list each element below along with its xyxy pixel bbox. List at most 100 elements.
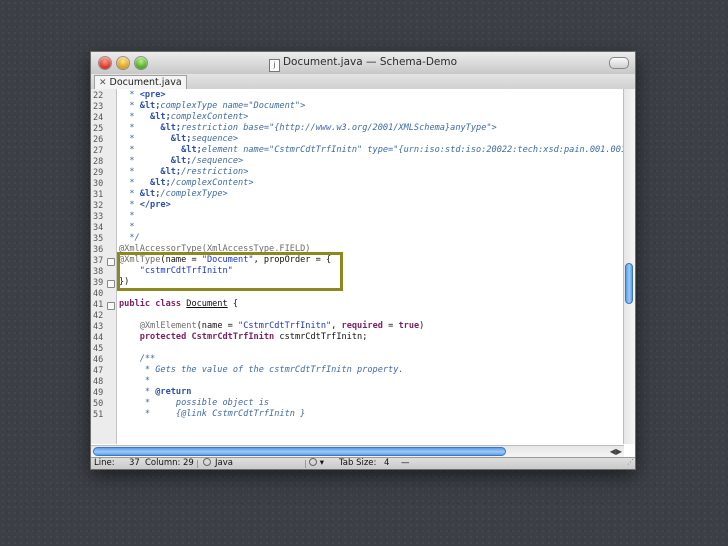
- tab-size-value[interactable]: 4: [384, 458, 389, 469]
- vertical-scrollbar[interactable]: [623, 89, 635, 444]
- code-editor[interactable]: 22 * <pre> 23 * &lt;complexType name="Doc…: [91, 89, 624, 444]
- window-title: Document.java — Schema-Demo: [282, 56, 458, 68]
- code-line[interactable]: * <pre>: [119, 90, 165, 101]
- code-token: @return: [155, 387, 192, 397]
- code-token: *: [119, 101, 140, 111]
- code-line[interactable]: public class Document {: [119, 299, 238, 310]
- line-number: 36: [93, 245, 104, 255]
- code-line[interactable]: * &lt;/complexType>: [119, 189, 228, 200]
- code-token: @XmlType: [119, 255, 161, 265]
- code-token: , propOrder = {: [253, 255, 332, 265]
- language-select[interactable]: Java: [215, 458, 233, 469]
- code-line[interactable]: *: [119, 211, 135, 222]
- code-token: &lt;: [150, 178, 171, 188]
- line-number: 38: [93, 267, 104, 277]
- line-number: 26: [93, 135, 104, 145]
- line-number: 43: [93, 322, 104, 332]
- code-token: "CstmrCdtTrfInitn": [238, 321, 332, 331]
- vertical-scroll-thumb[interactable]: [625, 263, 633, 304]
- line-number: 22: [93, 91, 104, 101]
- line-number: 31: [93, 190, 104, 200]
- code-line[interactable]: *: [119, 222, 134, 233]
- line-number: 44: [93, 333, 104, 343]
- code-line[interactable]: }): [119, 277, 129, 288]
- resize-grip-icon[interactable]: ⋰: [627, 457, 634, 468]
- code-line[interactable]: * &lt;complexContent>: [119, 112, 248, 123]
- code-line[interactable]: @XmlAccessorType(XmlAccessType.FIELD): [119, 244, 310, 255]
- window-title-wrap: j Document.java — Schema-Demo: [91, 56, 635, 72]
- code-line[interactable]: protected CstmrCdtTrfInitn cstmrCdtTrfIn…: [119, 332, 368, 343]
- code-token: sequence>: [191, 134, 239, 144]
- code-token: protected: [139, 332, 192, 342]
- code-token: /complexType>: [160, 189, 228, 199]
- toolbar-toggle-button[interactable]: [609, 57, 629, 69]
- line-number: 35: [93, 234, 104, 244]
- line-number: 34: [93, 223, 104, 233]
- code-line[interactable]: * &lt;/sequence>: [119, 156, 243, 167]
- line-number: 45: [93, 344, 104, 354]
- code-line[interactable]: * @return: [119, 387, 192, 398]
- fold-toggle-icon[interactable]: [107, 280, 115, 288]
- code-line[interactable]: /**: [119, 354, 156, 365]
- horizontal-scroll-thumb[interactable]: [93, 447, 506, 456]
- close-tab-icon[interactable]: ✕: [99, 78, 107, 88]
- code-line[interactable]: * &lt;restriction base="{http://www.w3.o…: [119, 123, 496, 134]
- code-token: *: [119, 211, 135, 221]
- line-number: 32: [93, 201, 104, 211]
- code-line[interactable]: * &lt;sequence>: [119, 134, 238, 145]
- code-token: *: [119, 387, 156, 397]
- code-line[interactable]: */: [119, 233, 140, 244]
- code-line[interactable]: * Gets the value of the cstmrCdtTrfInitn…: [119, 365, 404, 376]
- line-number: 28: [93, 157, 104, 167]
- code-token: *: [119, 156, 171, 166]
- scroll-arrows-icon[interactable]: ◀▶: [610, 447, 622, 456]
- line-number: 23: [93, 102, 104, 112]
- code-line[interactable]: @XmlType(name = "Document", propOrder = …: [119, 255, 331, 266]
- code-line[interactable]: *: [119, 376, 150, 387]
- code-line[interactable]: * &lt;complexType name="Document">: [119, 101, 305, 112]
- code-token: *: [119, 376, 151, 386]
- tab-size-label: Tab Size:: [339, 458, 377, 468]
- code-token: *: [119, 178, 151, 188]
- tab-settings-gear-icon[interactable]: ▾: [309, 458, 324, 469]
- code-line[interactable]: * &lt;element name="CstmrCdtTrfInitn" ty…: [119, 145, 624, 156]
- tab-label: Document.java: [109, 77, 182, 88]
- code-token: *: [119, 112, 151, 122]
- symbol-popup[interactable]: —: [401, 458, 410, 469]
- code-token: &lt;: [170, 134, 192, 144]
- language-gear-icon[interactable]: [203, 458, 211, 469]
- fold-toggle-icon[interactable]: [107, 302, 115, 310]
- line-number: 29: [93, 168, 104, 178]
- code-token: *: [119, 200, 140, 210]
- code-token: cstmrCdtTrfInitn;: [274, 332, 368, 342]
- code-line[interactable]: * &lt;/complexContent>: [119, 178, 253, 189]
- code-token: * Gets the value of the cstmrCdtTrfInitn…: [119, 365, 404, 375]
- code-token: *: [119, 123, 161, 133]
- tab-document-java[interactable]: ✕ Document.java: [94, 75, 187, 89]
- code-token: true: [398, 321, 420, 331]
- code-token: */: [119, 233, 140, 243]
- code-token: element name="CstmrCdtTrfInitn" type="{u…: [201, 145, 624, 155]
- line-number: 48: [93, 377, 104, 387]
- code-line[interactable]: "cstmrCdtTrfInitn": [119, 266, 233, 277]
- line-number: 24: [93, 113, 104, 123]
- code-line[interactable]: * {@link CstmrCdtTrfInitn }: [119, 409, 305, 420]
- code-line[interactable]: * &lt;/restriction>: [119, 167, 248, 178]
- code-token: /restriction>: [181, 167, 249, 177]
- fold-toggle-icon[interactable]: [107, 258, 115, 266]
- code-line[interactable]: * </pre>: [119, 200, 170, 211]
- status-divider: [305, 460, 306, 468]
- code-line[interactable]: @XmlElement(name = "CstmrCdtTrfInitn", r…: [119, 321, 425, 332]
- code-line[interactable]: * possible object is: [119, 398, 269, 409]
- line-number: 40: [93, 289, 104, 299]
- line-number: 47: [93, 366, 104, 376]
- column-value: 29: [183, 458, 194, 468]
- code-token: *: [119, 189, 140, 199]
- code-token: public class: [119, 299, 187, 309]
- title-bar[interactable]: j Document.java — Schema-Demo: [91, 52, 635, 75]
- code-token: CstmrCdtTrfInitn: [191, 332, 275, 342]
- code-token: &lt;: [160, 167, 182, 177]
- code-token: =: [382, 321, 399, 331]
- code-token: complexType name="Document">: [160, 101, 306, 111]
